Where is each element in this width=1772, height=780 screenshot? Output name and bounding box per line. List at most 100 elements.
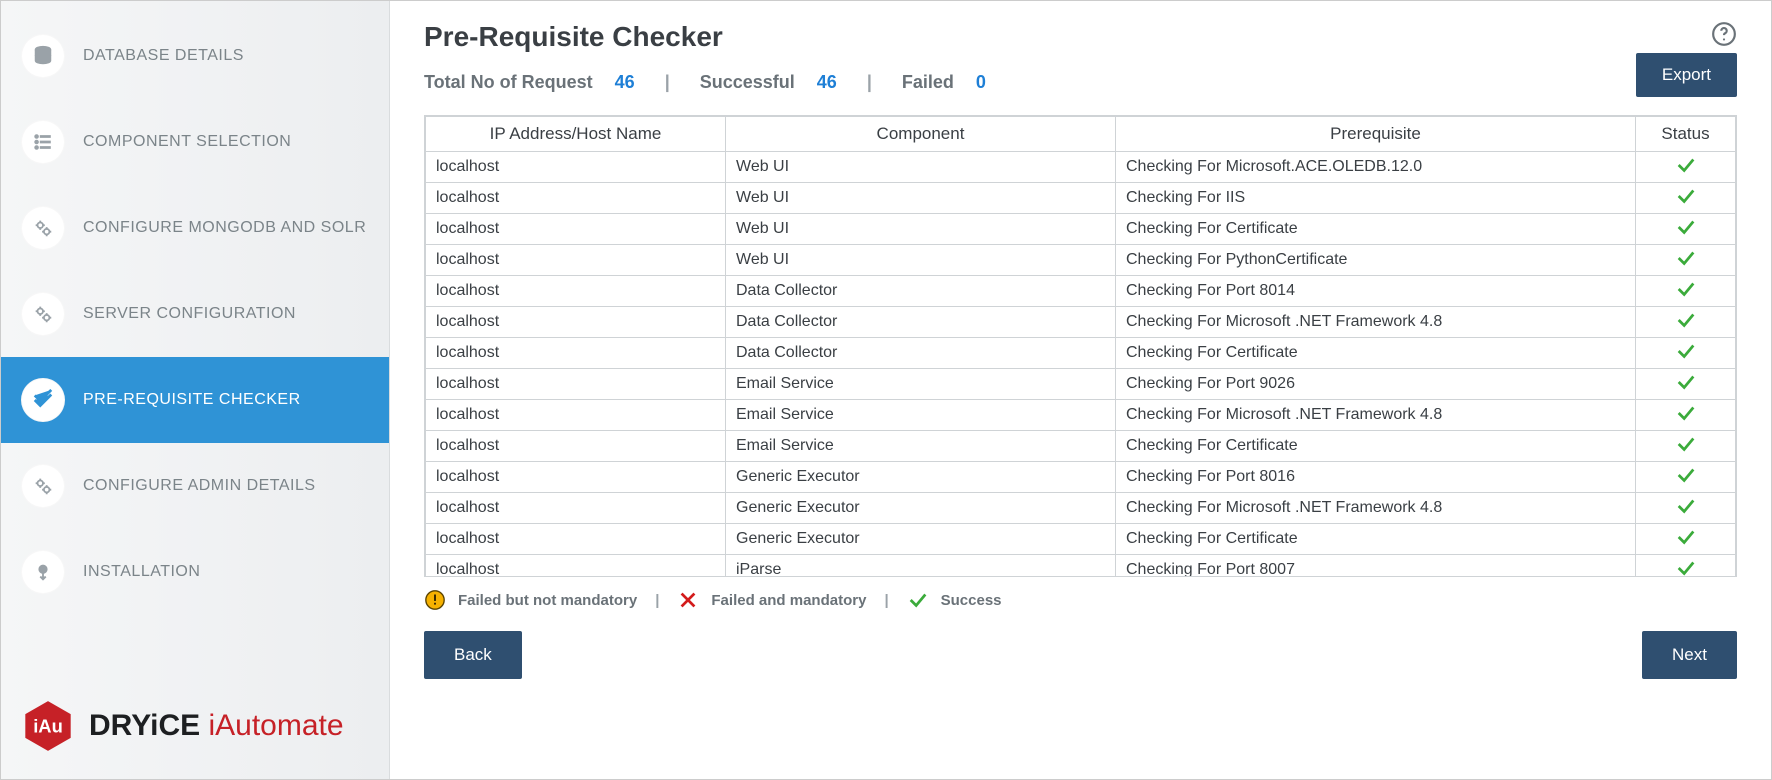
gears-icon	[21, 464, 65, 508]
success-value: 46	[817, 72, 837, 93]
fail-icon	[677, 589, 699, 611]
cell-host: localhost	[426, 152, 726, 183]
success-icon	[1675, 442, 1697, 459]
cell-host: localhost	[426, 338, 726, 369]
cell-component: iParse	[726, 555, 1116, 577]
table-row[interactable]: localhostiParseChecking For Port 8007	[426, 555, 1736, 577]
results-table-container: IP Address/Host NameComponentPrerequisit…	[424, 115, 1737, 577]
success-icon	[1675, 535, 1697, 552]
cell-component: Data Collector	[726, 276, 1116, 307]
cell-prereq: Checking For Microsoft.ACE.OLEDB.12.0	[1116, 152, 1636, 183]
sidebar-item-database-details[interactable]: DATABASE DETAILS	[1, 13, 389, 99]
cell-component: Web UI	[726, 183, 1116, 214]
brand-name-2: iAutomate	[208, 709, 343, 742]
brand-badge-icon: iAu	[21, 699, 75, 753]
cell-host: localhost	[426, 245, 726, 276]
table-row[interactable]: localhostGeneric ExecutorChecking For Mi…	[426, 493, 1736, 524]
success-icon	[1675, 225, 1697, 242]
sidebar-item-configure-admin-details[interactable]: CONFIGURE ADMIN DETAILS	[1, 443, 389, 529]
results-table-scroll[interactable]: IP Address/Host NameComponentPrerequisit…	[425, 116, 1736, 576]
success-icon	[907, 589, 929, 611]
check-icon	[21, 378, 65, 422]
cell-prereq: Checking For Port 8007	[1116, 555, 1636, 577]
main-panel: Pre-Requisite Checker Total No of Reques…	[390, 1, 1771, 779]
cell-status	[1636, 307, 1736, 338]
export-button[interactable]: Export	[1636, 53, 1737, 97]
cell-status	[1636, 245, 1736, 276]
sidebar-item-label: CONFIGURE ADMIN DETAILS	[83, 477, 316, 495]
sidebar-item-installation[interactable]: INSTALLATION	[1, 529, 389, 615]
sidebar-item-server-configuration[interactable]: SERVER CONFIGURATION	[1, 271, 389, 357]
total-value: 46	[615, 72, 635, 93]
table-row[interactable]: localhostGeneric ExecutorChecking For Po…	[426, 462, 1736, 493]
cell-component: Generic Executor	[726, 493, 1116, 524]
cell-component: Data Collector	[726, 307, 1116, 338]
cell-host: localhost	[426, 524, 726, 555]
cell-component: Web UI	[726, 152, 1116, 183]
table-row[interactable]: localhostGeneric ExecutorChecking For Ce…	[426, 524, 1736, 555]
gears-icon	[21, 206, 65, 250]
cell-prereq: Checking For Port 8014	[1116, 276, 1636, 307]
sidebar-item-pre-requisite-checker[interactable]: PRE-REQUISITE CHECKER	[1, 357, 389, 443]
cell-status	[1636, 524, 1736, 555]
failed-label: Failed	[902, 72, 954, 93]
table-row[interactable]: localhostData CollectorChecking For Port…	[426, 276, 1736, 307]
warning-icon	[424, 589, 446, 611]
summary-row: Total No of Request 46 | Successful 46 |…	[424, 53, 1737, 97]
col-header[interactable]: IP Address/Host Name	[426, 117, 726, 152]
table-row[interactable]: localhostData CollectorChecking For Micr…	[426, 307, 1736, 338]
cell-status	[1636, 431, 1736, 462]
app-window: DATABASE DETAILS COMPONENT SELECTION CONFI…	[0, 0, 1772, 780]
cell-component: Generic Executor	[726, 462, 1116, 493]
cell-status	[1636, 338, 1736, 369]
cell-prereq: Checking For Certificate	[1116, 524, 1636, 555]
success-label: Successful	[700, 72, 795, 93]
legend-warn-label: Failed but not mandatory	[458, 592, 637, 609]
cell-prereq: Checking For IIS	[1116, 183, 1636, 214]
brand: iAu DRYiCE iAutomate	[1, 689, 389, 779]
cell-prereq: Checking For Microsoft .NET Framework 4.…	[1116, 307, 1636, 338]
sidebar-item-label: CONFIGURE MONGODB AND SOLR	[83, 219, 366, 237]
success-icon	[1675, 287, 1697, 304]
cell-component: Email Service	[726, 431, 1116, 462]
cell-host: localhost	[426, 369, 726, 400]
cell-prereq: Checking For Microsoft .NET Framework 4.…	[1116, 400, 1636, 431]
cell-status	[1636, 462, 1736, 493]
table-row[interactable]: localhostEmail ServiceChecking For Micro…	[426, 400, 1736, 431]
success-icon	[1675, 256, 1697, 273]
page-title: Pre-Requisite Checker	[424, 21, 723, 53]
table-row[interactable]: localhostWeb UIChecking For Microsoft.AC…	[426, 152, 1736, 183]
success-icon	[1675, 194, 1697, 211]
sidebar-item-label: DATABASE DETAILS	[83, 47, 244, 65]
cell-component: Data Collector	[726, 338, 1116, 369]
sidebar-item-component-selection[interactable]: COMPONENT SELECTION	[1, 99, 389, 185]
success-icon	[1675, 380, 1697, 397]
legend-ok-label: Success	[941, 592, 1002, 609]
total-label: Total No of Request	[424, 72, 593, 93]
cell-prereq: Checking For Certificate	[1116, 214, 1636, 245]
table-row[interactable]: localhostWeb UIChecking For Certificate	[426, 214, 1736, 245]
wizard-nav: DATABASE DETAILS COMPONENT SELECTION CONFI…	[1, 1, 389, 689]
svg-text:iAu: iAu	[33, 715, 63, 736]
table-row[interactable]: localhostWeb UIChecking For IIS	[426, 183, 1736, 214]
cell-prereq: Checking For Port 8016	[1116, 462, 1636, 493]
next-button[interactable]: Next	[1642, 631, 1737, 679]
success-icon	[1675, 318, 1697, 335]
success-icon	[1675, 411, 1697, 428]
table-row[interactable]: localhostEmail ServiceChecking For Port …	[426, 369, 1736, 400]
legend-fail-label: Failed and mandatory	[711, 592, 866, 609]
help-icon[interactable]	[1711, 21, 1737, 52]
table-row[interactable]: localhostWeb UIChecking For PythonCertif…	[426, 245, 1736, 276]
table-row[interactable]: localhostData CollectorChecking For Cert…	[426, 338, 1736, 369]
sidebar-item-configure-mongodb-and-solr[interactable]: CONFIGURE MONGODB AND SOLR	[1, 185, 389, 271]
col-header[interactable]: Prerequisite	[1116, 117, 1636, 152]
table-row[interactable]: localhostEmail ServiceChecking For Certi…	[426, 431, 1736, 462]
cell-status	[1636, 493, 1736, 524]
back-button[interactable]: Back	[424, 631, 522, 679]
cell-status	[1636, 400, 1736, 431]
cell-host: localhost	[426, 555, 726, 577]
summary-stats: Total No of Request 46 | Successful 46 |…	[424, 72, 986, 93]
col-header[interactable]: Status	[1636, 117, 1736, 152]
database-icon	[21, 34, 65, 78]
col-header[interactable]: Component	[726, 117, 1116, 152]
